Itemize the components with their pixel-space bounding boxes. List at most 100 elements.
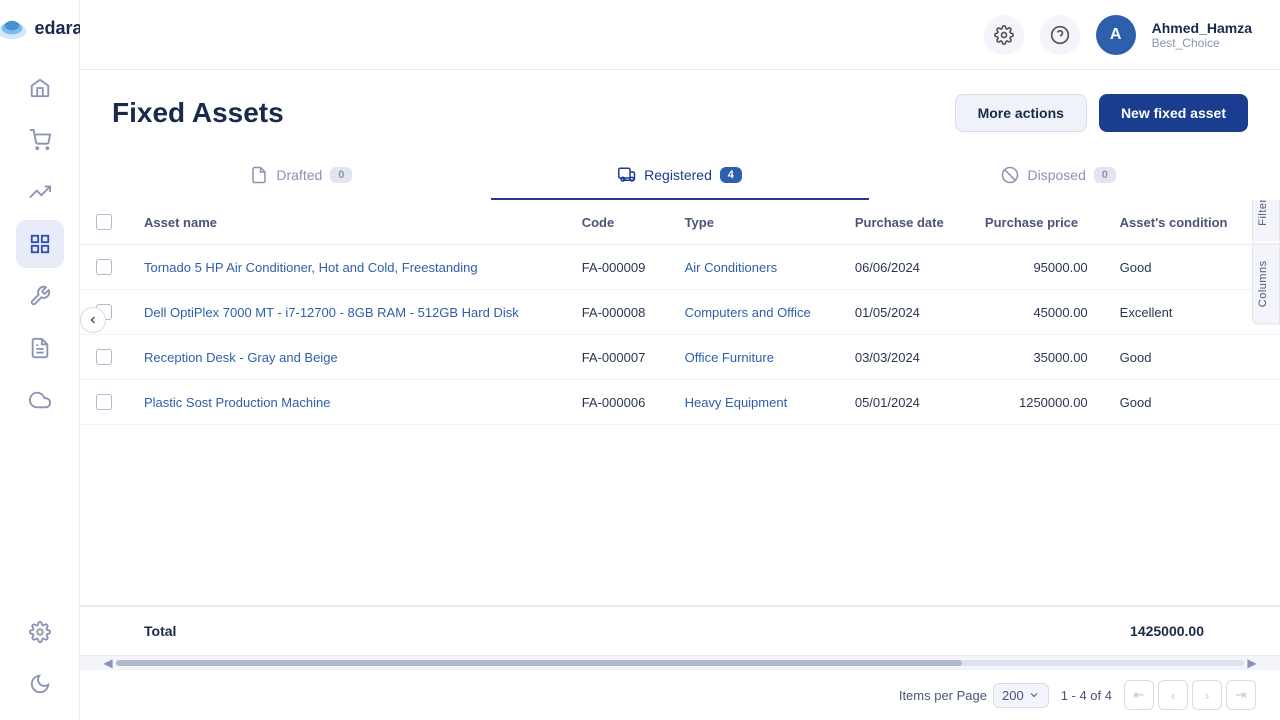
row-asset-name-0: Tornado 5 HP Air Conditioner, Hot and Co… (128, 245, 566, 290)
sidebar-item-reports[interactable] (16, 220, 64, 268)
scroll-left-arrow[interactable]: ◀ (100, 655, 116, 670)
row-checkbox-3[interactable] (96, 394, 112, 410)
page-header: Fixed Assets More actions New fixed asse… (80, 70, 1280, 200)
row-type-3: Heavy Equipment (669, 380, 839, 425)
row-type-1: Computers and Office (669, 290, 839, 335)
row-asset-name-3: Plastic Sost Production Machine (128, 380, 566, 425)
row-purchase-date-1: 01/05/2024 (839, 290, 969, 335)
row-purchase-price-0: 95000.00 (969, 245, 1104, 290)
row-purchase-date-2: 03/03/2024 (839, 335, 969, 380)
logo-icon (0, 12, 28, 44)
sidebar-item-analytics[interactable] (16, 168, 64, 216)
sidebar-item-cloud[interactable] (16, 376, 64, 424)
tab-registered[interactable]: Registered 4 (491, 152, 870, 200)
tab-registered-badge: 4 (720, 167, 742, 183)
company-name: Best_Choice (1152, 36, 1252, 50)
type-link-3[interactable]: Heavy Equipment (685, 395, 788, 410)
first-page-btn[interactable]: ⇤ (1124, 680, 1154, 710)
items-per-page: Items per Page 200 (899, 683, 1049, 708)
tab-drafted-badge: 0 (330, 167, 352, 183)
username: Ahmed_Hamza (1152, 20, 1252, 36)
per-page-chevron (1028, 689, 1040, 701)
sidebar-item-shopping[interactable] (16, 116, 64, 164)
row-code-2: FA-000007 (566, 335, 669, 380)
tab-disposed[interactable]: Disposed 0 (869, 152, 1248, 200)
collapse-toggle[interactable] (80, 307, 106, 333)
sidebar-item-documents[interactable] (16, 324, 64, 372)
settings-icon-btn[interactable] (984, 15, 1024, 55)
registered-icon (618, 166, 636, 184)
page-title: Fixed Assets (112, 97, 284, 129)
table-row: Reception Desk - Gray and Beige FA-00000… (80, 335, 1280, 380)
user-info: Ahmed_Hamza Best_Choice (1152, 20, 1252, 50)
filters-label: Filters (1257, 200, 1269, 226)
tab-drafted-label: Drafted (276, 167, 322, 183)
assets-table: Asset name Code Type Purchase date Purch… (80, 200, 1280, 425)
sidebar-item-tools[interactable] (16, 272, 64, 320)
sidebar: edara (0, 0, 80, 720)
header-purchase-date: Purchase date (839, 200, 969, 245)
avatar[interactable]: A (1096, 15, 1136, 55)
items-per-page-label: Items per Page (899, 688, 987, 703)
columns-button[interactable]: Columns (1252, 244, 1280, 325)
tab-disposed-badge: 0 (1094, 167, 1116, 183)
row-type-0: Air Conditioners (669, 245, 839, 290)
asset-link-3[interactable]: Plastic Sost Production Machine (144, 395, 330, 410)
per-page-select[interactable]: 200 (993, 683, 1049, 708)
row-asset-name-1: Dell OptiPlex 7000 MT - i7-12700 - 8GB R… (128, 290, 566, 335)
row-checkbox-cell (80, 380, 128, 425)
scroll-right-arrow[interactable]: ▶ (1244, 655, 1260, 670)
header-type: Type (669, 200, 839, 245)
table-row: Tornado 5 HP Air Conditioner, Hot and Co… (80, 245, 1280, 290)
tab-drafted[interactable]: Drafted 0 (112, 152, 491, 200)
sidebar-item-dark-mode[interactable] (16, 660, 64, 708)
per-page-value: 200 (1002, 688, 1024, 703)
type-link-2[interactable]: Office Furniture (685, 350, 774, 365)
header-code: Code (566, 200, 669, 245)
drafted-icon (250, 166, 268, 184)
row-code-3: FA-000006 (566, 380, 669, 425)
row-checkbox-0[interactable] (96, 259, 112, 275)
side-buttons: Filters Columns (1252, 200, 1280, 325)
row-purchase-date-3: 05/01/2024 (839, 380, 969, 425)
row-checkbox-2[interactable] (96, 349, 112, 365)
tab-registered-label: Registered (644, 167, 712, 183)
asset-link-2[interactable]: Reception Desk - Gray and Beige (144, 350, 338, 365)
sidebar-item-settings[interactable] (16, 608, 64, 656)
select-all-checkbox[interactable] (96, 214, 112, 230)
table-row: Plastic Sost Production Machine FA-00000… (80, 380, 1280, 425)
header-actions: More actions New fixed asset (955, 94, 1248, 132)
asset-link-1[interactable]: Dell OptiPlex 7000 MT - i7-12700 - 8GB R… (144, 305, 519, 320)
type-link-1[interactable]: Computers and Office (685, 305, 811, 320)
page-info: 1 - 4 of 4 (1061, 688, 1112, 703)
asset-link-0[interactable]: Tornado 5 HP Air Conditioner, Hot and Co… (144, 260, 478, 275)
filters-button[interactable]: Filters (1252, 200, 1280, 242)
new-fixed-asset-button[interactable]: New fixed asset (1099, 94, 1248, 132)
row-purchase-date-0: 06/06/2024 (839, 245, 969, 290)
disposed-icon (1001, 166, 1019, 184)
row-condition-2: Good (1104, 335, 1280, 380)
row-code-1: FA-000008 (566, 290, 669, 335)
more-actions-button[interactable]: More actions (955, 94, 1087, 132)
row-checkbox-cell (80, 335, 128, 380)
row-purchase-price-3: 1250000.00 (969, 380, 1104, 425)
pagination-row: Items per Page 200 1 - 4 of 4 ⇤ ‹ › ⇥ (80, 669, 1280, 720)
help-icon-btn[interactable] (1040, 15, 1080, 55)
tab-disposed-label: Disposed (1027, 167, 1085, 183)
table-area: Asset name Code Type Purchase date Purch… (80, 200, 1280, 669)
row-purchase-price-1: 45000.00 (969, 290, 1104, 335)
topbar: A Ahmed_Hamza Best_Choice (80, 0, 1280, 70)
next-page-btn[interactable]: › (1192, 680, 1222, 710)
scrollbar-thumb[interactable] (116, 660, 962, 666)
scrollbar-track[interactable] (116, 660, 1244, 666)
row-checkbox-cell (80, 245, 128, 290)
scrollbar[interactable]: ◀ ▶ (80, 655, 1280, 669)
sidebar-item-home[interactable] (16, 64, 64, 112)
prev-page-btn[interactable]: ‹ (1158, 680, 1188, 710)
page-navigation: ⇤ ‹ › ⇥ (1124, 680, 1256, 710)
type-link-0[interactable]: Air Conditioners (685, 260, 778, 275)
row-purchase-price-2: 35000.00 (969, 335, 1104, 380)
app-logo: edara (0, 12, 91, 44)
columns-label: Columns (1257, 261, 1269, 308)
last-page-btn[interactable]: ⇥ (1226, 680, 1256, 710)
